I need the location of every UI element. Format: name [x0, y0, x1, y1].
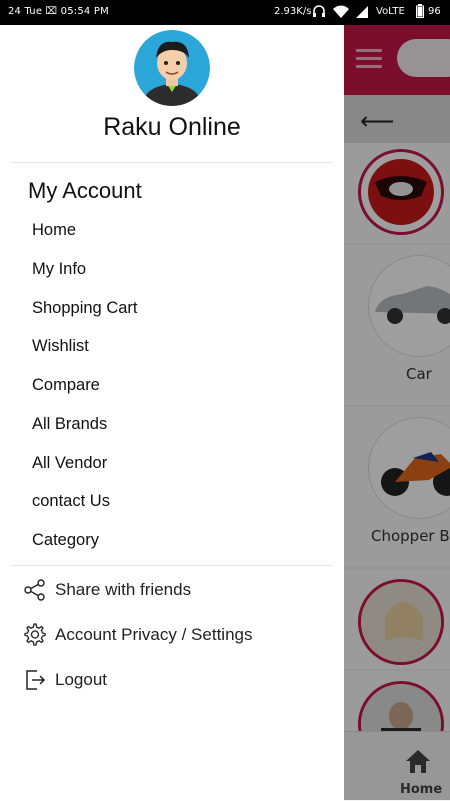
battery-icon	[416, 4, 424, 18]
menu-item-all-vendor[interactable]: All Vendor	[32, 454, 107, 473]
menu-item-contact-us[interactable]: contact Us	[32, 492, 110, 511]
section-title: My Account	[28, 178, 142, 203]
battery-indicator: 96	[416, 4, 441, 18]
logout-button[interactable]: Logout	[22, 667, 107, 693]
menu-item-shopping-cart[interactable]: Shopping Cart	[32, 299, 138, 318]
settings-label: Account Privacy / Settings	[55, 625, 253, 644]
headset-icon	[313, 5, 325, 17]
signal-icon	[356, 5, 368, 18]
status-icons	[312, 5, 368, 18]
settings-button[interactable]: Account Privacy / Settings	[22, 622, 252, 648]
wifi-icon	[333, 5, 349, 18]
logout-label: Logout	[55, 670, 107, 689]
divider	[10, 162, 332, 163]
menu-item-home[interactable]: Home	[32, 221, 76, 240]
status-time: 24 Tue ⌧ 05:54 PM	[8, 6, 109, 17]
network-speed: 2.93K/s	[274, 6, 312, 17]
menu-item-all-brands[interactable]: All Brands	[32, 415, 107, 434]
network-type: VoLTE	[376, 6, 405, 17]
username: Raku Online	[103, 113, 241, 141]
menu-item-compare[interactable]: Compare	[32, 376, 100, 395]
share-label: Share with friends	[55, 580, 192, 599]
status-bar: 24 Tue ⌧ 05:54 PM 2.93K/s VoLTE 96	[0, 0, 450, 25]
scrim-overlay[interactable]	[344, 25, 450, 800]
divider	[10, 565, 332, 566]
gear-icon	[22, 622, 48, 648]
share-button[interactable]: Share with friends	[22, 577, 191, 603]
menu-item-wishlist[interactable]: Wishlist	[32, 337, 89, 356]
logout-icon	[22, 667, 48, 693]
avatar	[134, 30, 210, 106]
menu-item-category[interactable]: Category	[32, 531, 99, 550]
navigation-drawer: Raku Online My Account Home My Info Shop…	[0, 25, 344, 800]
share-icon	[22, 577, 48, 603]
battery-level: 96	[428, 5, 441, 17]
menu-item-my-info[interactable]: My Info	[32, 260, 86, 279]
